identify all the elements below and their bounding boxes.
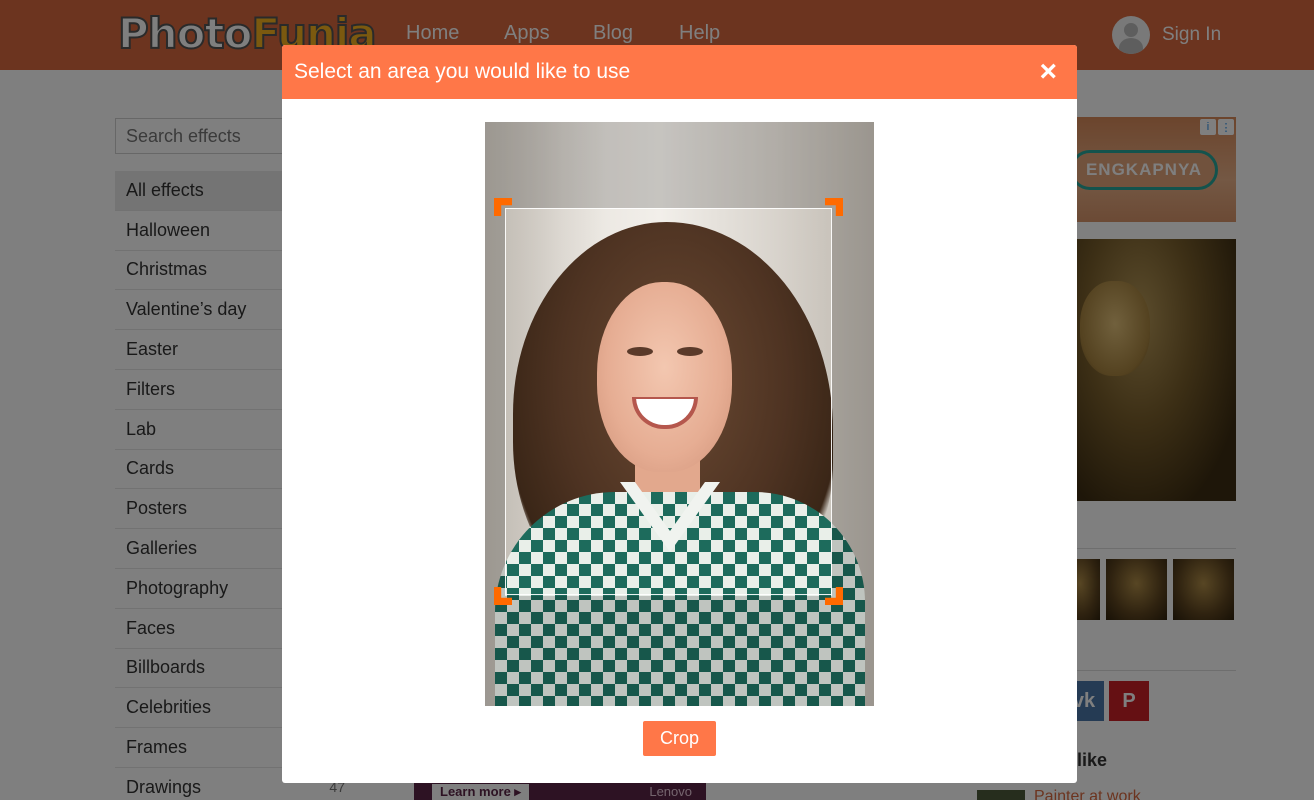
crop-selection[interactable] [505, 208, 832, 595]
crop-mask [485, 208, 505, 596]
crop-dialog: Select an area you would like to use × C… [282, 45, 1077, 783]
crop-mask [485, 122, 874, 208]
close-icon[interactable]: × [1039, 57, 1057, 87]
crop-mask [832, 208, 874, 596]
crop-button[interactable]: Crop [643, 721, 716, 756]
dialog-title: Select an area you would like to use [294, 60, 631, 83]
crop-mask [485, 596, 874, 706]
dialog-header: Select an area you would like to use × [282, 45, 1077, 99]
